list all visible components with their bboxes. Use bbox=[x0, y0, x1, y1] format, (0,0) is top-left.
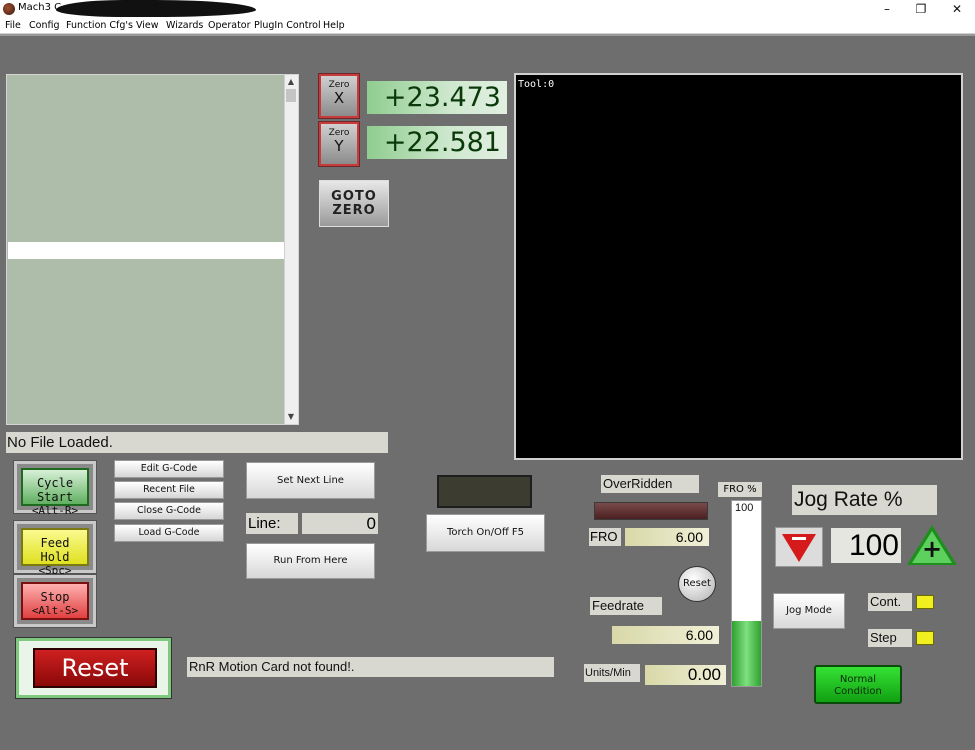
jog-rate-value[interactable]: 100 bbox=[831, 528, 901, 563]
jog-mode-button[interactable]: Jog Mode bbox=[773, 593, 845, 629]
goto-zero-button[interactable]: GOTO ZERO bbox=[319, 180, 389, 227]
cycle-start-label: Cycle Start bbox=[36, 476, 74, 504]
step-led bbox=[916, 631, 934, 645]
recent-file-button[interactable]: Recent File bbox=[114, 481, 224, 499]
load-gcode-button[interactable]: Load G-Code bbox=[114, 524, 224, 542]
gcode-scrollbar[interactable] bbox=[284, 75, 298, 424]
toolpath-display[interactable] bbox=[514, 73, 963, 460]
zero-y-button[interactable]: Zero Y bbox=[318, 121, 360, 167]
menu-help[interactable]: Help bbox=[323, 18, 345, 33]
normal-condition-line2: Condition bbox=[834, 686, 882, 697]
menu-view[interactable]: View bbox=[136, 18, 159, 33]
overridden-label: OverRidden bbox=[601, 475, 699, 493]
fro-percent-label: FRO % bbox=[718, 482, 762, 497]
fro-label: FRO bbox=[589, 528, 621, 546]
feedrate-label: Feedrate bbox=[590, 597, 662, 615]
fro-slider-max: 100 bbox=[735, 502, 754, 514]
cycle-start-face: Cycle Start <Alt-R> bbox=[21, 468, 89, 517]
zero-x-button[interactable]: Zero X bbox=[318, 73, 360, 119]
redaction-mark bbox=[56, 0, 256, 17]
zero-x-axis: X bbox=[333, 89, 345, 107]
zero-y-axis: Y bbox=[334, 137, 344, 155]
goto-zero-line2: ZERO bbox=[332, 203, 376, 218]
stop-shortcut: <Alt-S> bbox=[31, 604, 79, 617]
cont-led bbox=[916, 595, 934, 609]
window-title: Mach3 C bbox=[18, 2, 62, 13]
step-label: Step bbox=[868, 629, 912, 647]
plus-icon: + bbox=[921, 535, 943, 563]
menu-operator[interactable]: Operator bbox=[208, 18, 251, 33]
motion-status: RnR Motion Card not found!. bbox=[187, 657, 554, 677]
menu-file[interactable]: File bbox=[5, 18, 21, 33]
feed-hold-label: Feed Hold bbox=[40, 536, 70, 564]
goto-zero-line1: GOTO bbox=[331, 189, 377, 204]
restore-button[interactable]: ❐ bbox=[904, 0, 938, 18]
menu-plugin-control[interactable]: PlugIn Control bbox=[254, 18, 321, 33]
line-number-input[interactable]: 0 bbox=[302, 513, 378, 534]
fro-value[interactable]: 6.00 bbox=[625, 528, 709, 546]
reset-label[interactable]: Reset bbox=[33, 648, 157, 688]
cycle-start-shortcut: <Alt-R> bbox=[31, 504, 79, 517]
close-gcode-button[interactable]: Close G-Code bbox=[114, 502, 224, 520]
close-button[interactable]: ✕ bbox=[940, 0, 974, 18]
units-per-min-value: 0.00 bbox=[645, 665, 726, 685]
overridden-indicator bbox=[594, 502, 708, 520]
scroll-up-icon[interactable]: ▲ bbox=[284, 77, 298, 86]
edit-gcode-button[interactable]: Edit G-Code bbox=[114, 460, 224, 478]
scroll-thumb[interactable] bbox=[286, 89, 296, 102]
dro-x[interactable]: +23.473 bbox=[367, 81, 507, 114]
torch-led bbox=[437, 475, 532, 508]
menu-config[interactable]: Config bbox=[29, 18, 59, 33]
jog-rate-label: Jog Rate % bbox=[792, 485, 937, 515]
set-next-line-button[interactable]: Set Next Line bbox=[246, 462, 375, 499]
feed-hold-button[interactable]: Feed Hold <Spc> bbox=[13, 520, 97, 577]
stop-button[interactable]: Stop <Alt-S> bbox=[13, 574, 97, 628]
scroll-down-icon[interactable]: ▼ bbox=[284, 412, 298, 421]
feedrate-value[interactable]: 6.00 bbox=[612, 626, 719, 644]
normal-condition-line1: Normal bbox=[839, 674, 877, 685]
torch-toggle-button[interactable]: Torch On/Off F5 bbox=[426, 514, 545, 552]
fro-slider-fill[interactable] bbox=[732, 621, 761, 686]
minus-icon bbox=[792, 537, 806, 540]
gcode-current-line bbox=[8, 242, 284, 259]
feed-hold-face: Feed Hold <Spc> bbox=[21, 528, 89, 577]
normal-condition-button[interactable]: Normal Condition bbox=[814, 665, 902, 704]
stop-face: Stop <Alt-S> bbox=[21, 582, 89, 620]
units-per-min-label: Units/Min bbox=[584, 664, 640, 682]
fro-reset-button[interactable]: Reset bbox=[678, 566, 716, 602]
line-label: Line: bbox=[246, 513, 298, 534]
cont-label: Cont. bbox=[868, 593, 912, 611]
stop-label: Stop bbox=[40, 590, 70, 604]
menu-function-cfgs[interactable]: Function Cfg's bbox=[66, 18, 133, 33]
dro-y[interactable]: +22.581 bbox=[367, 126, 507, 159]
run-from-here-button[interactable]: Run From Here bbox=[246, 543, 375, 579]
cycle-start-button[interactable]: Cycle Start <Alt-R> bbox=[13, 460, 97, 517]
file-status: No File Loaded. bbox=[6, 432, 388, 453]
tool-label: Tool:0 bbox=[518, 79, 555, 90]
app-icon bbox=[3, 3, 15, 15]
minimize-button[interactable]: – bbox=[870, 0, 904, 18]
menu-wizards[interactable]: Wizards bbox=[166, 18, 203, 33]
